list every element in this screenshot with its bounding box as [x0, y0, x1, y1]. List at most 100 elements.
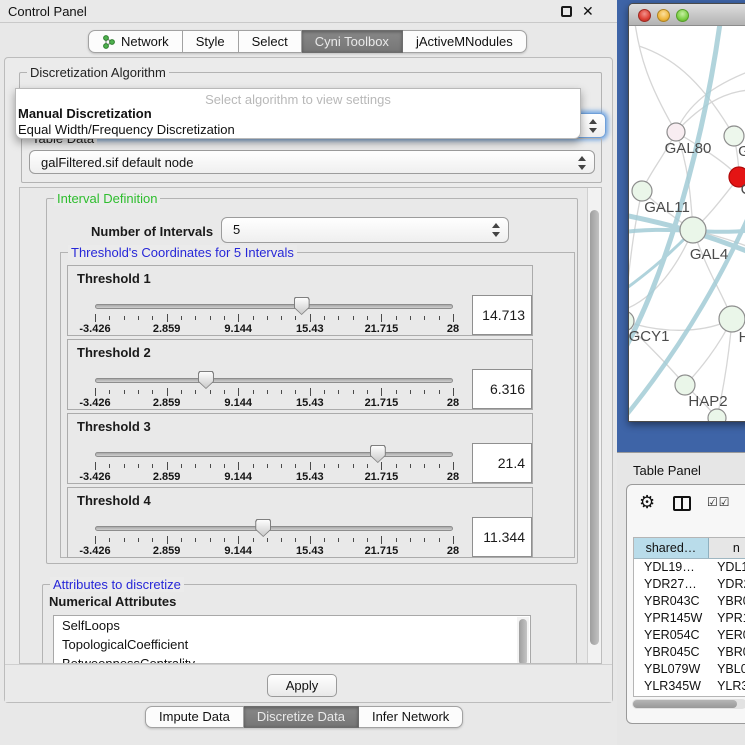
cell-shared-name[interactable]: YBL079W — [634, 661, 709, 678]
numerical-attributes-list[interactable]: SelfLoopsTopologicalCoefficientBetweenne… — [53, 615, 531, 664]
column-header-shared-name[interactable]: shared… — [634, 538, 709, 558]
tab-discretize-data[interactable]: Discretize Data — [244, 706, 359, 728]
network-node[interactable] — [708, 409, 726, 422]
popup-item-manual-discretization[interactable]: Manual Discretization — [18, 106, 152, 121]
attribute-list-item[interactable]: BetweennessCentrality — [54, 654, 530, 664]
spinner-value: 5 — [233, 222, 240, 237]
thresholds-group: Threshold's Coordinates for 5 Intervals … — [60, 252, 575, 558]
node-label: GAL4 — [690, 246, 728, 263]
number-of-intervals-spinner[interactable]: 5 — [221, 217, 509, 243]
threshold-value-field[interactable]: 11.344 — [472, 517, 532, 557]
tab-label: jActiveMNodules — [416, 31, 513, 52]
network-node[interactable] — [632, 181, 652, 201]
table-row[interactable]: YPR145WYPR1 — [634, 610, 745, 627]
scrollbar-thumb[interactable] — [633, 700, 737, 708]
slider-track[interactable] — [95, 452, 453, 457]
float-window-icon[interactable] — [561, 6, 572, 17]
slider-track[interactable] — [95, 526, 453, 531]
attributes-to-discretize-group: Attributes to discretize Numerical Attri… — [42, 584, 577, 664]
slider-thumb[interactable] — [255, 519, 271, 537]
table-row[interactable]: YBR043CYBR0 — [634, 593, 745, 610]
table-row[interactable]: YIL052CYIL0 — [634, 695, 745, 697]
cell-name[interactable]: YBR0 — [709, 644, 745, 661]
slider-scale: -3.4262.8599.14415.4321.71528 — [95, 545, 453, 557]
cell-shared-name[interactable]: YPR145W — [634, 610, 709, 627]
threshold-slider[interactable]: -3.4262.8599.14415.4321.71528 — [95, 266, 453, 337]
select-columns-icon[interactable]: ☑☑ — [707, 495, 731, 509]
cell-shared-name[interactable]: YBR045C — [634, 644, 709, 661]
tab-impute-data[interactable]: Impute Data — [145, 706, 244, 728]
close-traffic-light-icon[interactable] — [638, 9, 651, 22]
network-view-window[interactable]: GAL80GACGAL11GAL4GCY1HHAP2 — [628, 3, 745, 422]
cell-name[interactable]: YER0 — [709, 627, 745, 644]
popup-item-equal-width-frequency[interactable]: Equal Width/Frequency Discretization — [18, 122, 235, 137]
tab-style[interactable]: Style — [183, 30, 239, 53]
threshold-slider[interactable]: -3.4262.8599.14415.4321.71528 — [95, 340, 453, 411]
threshold-slider[interactable]: -3.4262.8599.14415.4321.71528 — [95, 488, 453, 559]
threshold-value-field[interactable]: 21.4 — [472, 443, 532, 483]
stepper-icon — [492, 222, 501, 238]
minimize-traffic-light-icon[interactable] — [657, 9, 670, 22]
interval-definition-group: Interval Definition Number of Intervals … — [46, 198, 578, 564]
cell-name[interactable]: YBL0 — [709, 661, 745, 678]
node-label: GAL11 — [644, 199, 690, 216]
control-panel-titlebar: Control Panel ✕ — [0, 0, 617, 23]
threshold-3-block: Threshold 3 -3.4262.8599.14415.4321.7152… — [67, 413, 533, 484]
table-data-combobox[interactable]: galFiltered.sif default node — [29, 150, 595, 174]
network-canvas[interactable]: GAL80GACGAL11GAL4GCY1HHAP2 — [629, 26, 745, 422]
slider-thumb[interactable] — [294, 297, 310, 315]
cell-name[interactable]: YIL0 — [709, 695, 745, 697]
cell-shared-name[interactable]: YDL19… — [634, 559, 709, 576]
table-row[interactable]: YBL079WYBL0 — [634, 661, 745, 678]
table-row[interactable]: YER054CYER0 — [634, 627, 745, 644]
table-row[interactable]: YDR27…YDR2 — [634, 576, 745, 593]
split-panel-icon[interactable] — [673, 496, 691, 511]
scrollbar-thumb[interactable] — [590, 210, 599, 645]
slider-ticks — [95, 536, 453, 545]
slider-scale: -3.4262.8599.14415.4321.71528 — [95, 471, 453, 483]
cell-shared-name[interactable]: YLR345W — [634, 678, 709, 695]
cell-name[interactable]: YPR1 — [709, 610, 745, 627]
slider-track[interactable] — [95, 304, 453, 309]
slider-track[interactable] — [95, 378, 453, 383]
zoom-traffic-light-icon[interactable] — [676, 9, 689, 22]
tab-network[interactable]: Network — [88, 30, 183, 53]
tab-jactivemnodules[interactable]: jActiveMNodules — [403, 30, 527, 53]
tab-label: Network — [121, 31, 169, 52]
tab-select[interactable]: Select — [239, 30, 302, 53]
vertical-scrollbar[interactable] — [587, 188, 601, 664]
node-table[interactable]: shared… n YDL19…YDL1YDR27…YDR2YBR043CYBR… — [633, 537, 745, 697]
tab-infer-network[interactable]: Infer Network — [359, 706, 463, 728]
slider-thumb[interactable] — [370, 445, 386, 463]
list-scrollbar[interactable] — [517, 617, 529, 664]
threshold-value-field[interactable]: 14.713 — [472, 295, 532, 335]
table-row[interactable]: YDL19…YDL1 — [634, 559, 745, 576]
cell-name[interactable]: YDL1 — [709, 559, 745, 576]
threshold-slider[interactable]: -3.4262.8599.14415.4321.71528 — [95, 414, 453, 485]
column-header-name[interactable]: n — [709, 538, 745, 558]
network-window-titlebar[interactable] — [629, 4, 745, 26]
cell-shared-name[interactable]: YBR043C — [634, 593, 709, 610]
cell-shared-name[interactable]: YDR27… — [634, 576, 709, 593]
group-title: Discretization Algorithm — [27, 65, 169, 80]
apply-button[interactable]: Apply — [267, 674, 337, 697]
tab-cyni-toolbox[interactable]: Cyni Toolbox — [302, 30, 403, 53]
table-row[interactable]: YLR345WYLR3 — [634, 678, 745, 695]
attribute-list-item[interactable]: SelfLoops — [54, 616, 530, 635]
cell-name[interactable]: YBR0 — [709, 593, 745, 610]
network-node[interactable] — [680, 217, 706, 243]
cell-name[interactable]: YDR2 — [709, 576, 745, 593]
slider-thumb[interactable] — [198, 371, 214, 389]
cell-name[interactable]: YLR3 — [709, 678, 745, 695]
table-row[interactable]: YBR045CYBR0 — [634, 644, 745, 661]
threshold-value-field[interactable]: 6.316 — [472, 369, 532, 409]
network-node[interactable] — [675, 375, 695, 395]
attribute-list-item[interactable]: TopologicalCoefficient — [54, 635, 530, 654]
gear-icon[interactable]: ⚙ — [639, 493, 655, 511]
cell-shared-name[interactable]: YIL052C — [634, 695, 709, 697]
network-node[interactable] — [667, 123, 685, 141]
horizontal-scrollbar[interactable] — [632, 699, 745, 709]
cyni-toolbox-panel: Discretization Algorithm Select algorith… — [4, 57, 613, 703]
cell-shared-name[interactable]: YER054C — [634, 627, 709, 644]
close-icon[interactable]: ✕ — [582, 3, 594, 20]
